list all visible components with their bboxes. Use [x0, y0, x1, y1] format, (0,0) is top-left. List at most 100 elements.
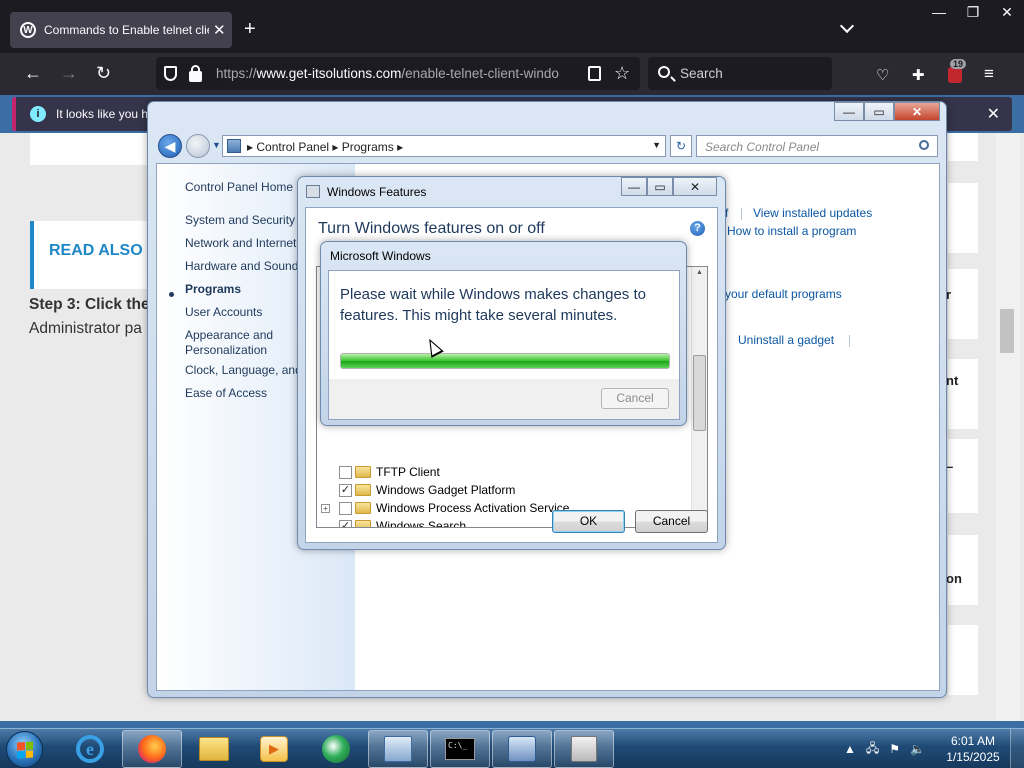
cancel-button[interactable]: Cancel — [601, 388, 669, 409]
media-player-icon: ▶ — [260, 736, 288, 762]
dialog-content: Please wait while Windows makes changes … — [329, 271, 679, 379]
taskbar-media-player[interactable]: ▶ — [244, 730, 304, 768]
taskbar-network[interactable] — [492, 730, 552, 768]
taskbar-chat[interactable] — [306, 730, 366, 768]
url-bar[interactable]: https://www.get-itsolutions.com/enable-t… — [156, 57, 640, 90]
sidebar-card: r — [946, 269, 978, 339]
nav-network-internet[interactable]: Network and Internet — [185, 236, 296, 250]
address-bar[interactable]: ▸ Control Panel ▸ Programs ▸ ▼ — [222, 135, 666, 157]
bookmark-star-icon[interactable]: ☆ — [614, 63, 630, 84]
forward-icon[interactable]: → — [60, 63, 78, 83]
notification-close-icon[interactable]: ✕ — [987, 104, 1000, 124]
address-dropdown-icon[interactable]: ▼ — [652, 140, 661, 150]
search-bar[interactable]: Search — [648, 57, 832, 90]
feature-checkbox[interactable]: ✓ — [339, 519, 352, 527]
recent-pages-icon[interactable]: ▼ — [212, 140, 221, 150]
step-title: Step 3: Click the — [29, 296, 150, 313]
show-desktop-button[interactable] — [1010, 729, 1024, 768]
windows-features-icon — [306, 185, 320, 198]
help-icon[interactable]: ? — [690, 221, 705, 236]
restore-button[interactable]: ❐ — [956, 0, 990, 24]
feature-row[interactable]: ✓ Windows Search — [321, 517, 466, 527]
read-also-label: READ ALSO - — [49, 242, 153, 259]
maximize-button[interactable]: ▭ — [864, 102, 894, 121]
start-button[interactable] — [6, 731, 43, 768]
scroll-up-icon[interactable]: ▲ — [696, 269, 703, 276]
feature-checkbox[interactable]: ✓ — [339, 483, 352, 497]
nav-clock-language[interactable]: Clock, Language, and — [185, 363, 302, 377]
cancel-button[interactable]: Cancel — [635, 510, 708, 533]
minimize-button[interactable]: — — [621, 177, 647, 196]
scrollbar-thumb[interactable] — [1000, 309, 1014, 353]
pocket-icon[interactable]: ♡ — [876, 66, 889, 84]
link-uninstall-gadget[interactable]: Uninstall a gadget — [738, 333, 834, 347]
link-how-to-install[interactable]: How to install a program — [727, 224, 856, 238]
close-button[interactable]: ✕ — [990, 0, 1024, 24]
taskbar-cmd[interactable]: C:\_ — [430, 730, 490, 768]
feature-row[interactable]: + Windows Process Activation Service — [321, 499, 569, 517]
browser-nav-bar: ← → ↻ https://www.get-itsolutions.com/en… — [0, 53, 1024, 95]
expand-icon[interactable]: + — [321, 503, 330, 513]
maximize-button[interactable]: ▭ — [647, 177, 673, 196]
feature-checkbox[interactable] — [339, 501, 352, 515]
tracking-shield-icon[interactable] — [164, 66, 177, 81]
scrollbar-thumb[interactable] — [693, 355, 706, 431]
tab-close-icon[interactable]: ✕ — [213, 21, 226, 39]
nav-hardware-sound[interactable]: Hardware and Sound — [185, 259, 298, 273]
sidebar-label: on — [946, 571, 962, 586]
taskbar-windows-features[interactable] — [554, 730, 614, 768]
nav-appearance[interactable]: Appearance and Personalization — [185, 328, 295, 358]
nav-system-security[interactable]: System and Security — [185, 213, 295, 227]
menu-icon[interactable]: ≡ — [984, 64, 994, 84]
search-icon[interactable] — [919, 140, 929, 150]
breadcrumb[interactable]: ▸ Control Panel ▸ Programs ▸ — [247, 140, 403, 154]
nav-control-panel-home[interactable]: Control Panel Home — [185, 180, 293, 194]
volume-muted-icon[interactable]: 🔈 — [910, 742, 925, 756]
close-button[interactable]: ✕ — [894, 102, 940, 121]
read-also-box[interactable]: READ ALSO - — [30, 221, 152, 289]
reader-view-icon[interactable] — [588, 66, 601, 81]
nav-programs[interactable]: Programs — [185, 282, 241, 296]
back-icon[interactable]: ◀ — [158, 134, 182, 158]
extension-icon[interactable] — [948, 67, 962, 83]
taskbar-ie[interactable]: e — [60, 730, 120, 768]
link-default-programs[interactable]: your default programs — [725, 287, 842, 301]
browser-tab[interactable]: W Commands to Enable telnet client ✕ — [10, 12, 232, 48]
url-text[interactable]: https://www.get-itsolutions.com/enable-t… — [216, 66, 576, 81]
extensions-icon[interactable]: ✚ — [912, 66, 925, 84]
link-view-installed-updates[interactable]: View installed updates — [753, 206, 872, 220]
windows-logo-icon — [17, 741, 33, 759]
sidebar-card — [948, 625, 978, 695]
lock-icon[interactable] — [189, 65, 202, 82]
dialog-title: Microsoft Windows — [330, 249, 431, 263]
list-all-tabs-icon[interactable] — [839, 18, 855, 34]
new-tab-button[interactable]: + — [244, 19, 256, 39]
minimize-button[interactable]: — — [922, 0, 956, 24]
feature-row[interactable]: TFTP Client — [321, 463, 440, 481]
clock[interactable]: 6:01 AM 1/15/2025 — [940, 733, 1006, 765]
action-center-flag-icon[interactable]: ⚑ — [889, 742, 900, 756]
control-panel-caption-buttons: — ▭ ✕ — [834, 102, 940, 121]
network-tray-icon[interactable]: 🖧 — [866, 739, 879, 760]
nav-user-accounts[interactable]: User Accounts — [185, 305, 262, 319]
reload-icon[interactable]: ↻ — [96, 63, 111, 83]
close-button[interactable]: ✕ — [673, 177, 717, 196]
taskbar-firefox[interactable] — [122, 730, 182, 768]
show-hidden-icons[interactable]: ▲ — [844, 742, 856, 756]
taskbar-control-panel[interactable] — [368, 730, 428, 768]
link-separator — [849, 335, 850, 347]
ok-button[interactable]: OK — [552, 510, 625, 533]
feature-label: Windows Gadget Platform — [376, 483, 516, 497]
minimize-button[interactable]: — — [834, 102, 864, 121]
windows-features-icon — [571, 736, 597, 762]
feature-checkbox[interactable] — [339, 465, 352, 479]
taskbar-explorer[interactable] — [184, 730, 244, 768]
feature-list-scrollbar[interactable]: ▲ ▼ — [691, 267, 707, 527]
page-scrollbar[interactable] — [996, 133, 1020, 721]
nav-ease-of-access[interactable]: Ease of Access — [185, 386, 267, 400]
back-icon[interactable]: ← — [24, 63, 42, 83]
search-input[interactable]: Search Control Panel — [696, 135, 938, 157]
feature-row[interactable]: ✓ Windows Gadget Platform — [321, 481, 515, 499]
refresh-icon[interactable]: ↻ — [670, 135, 692, 157]
forward-icon[interactable] — [186, 134, 210, 158]
